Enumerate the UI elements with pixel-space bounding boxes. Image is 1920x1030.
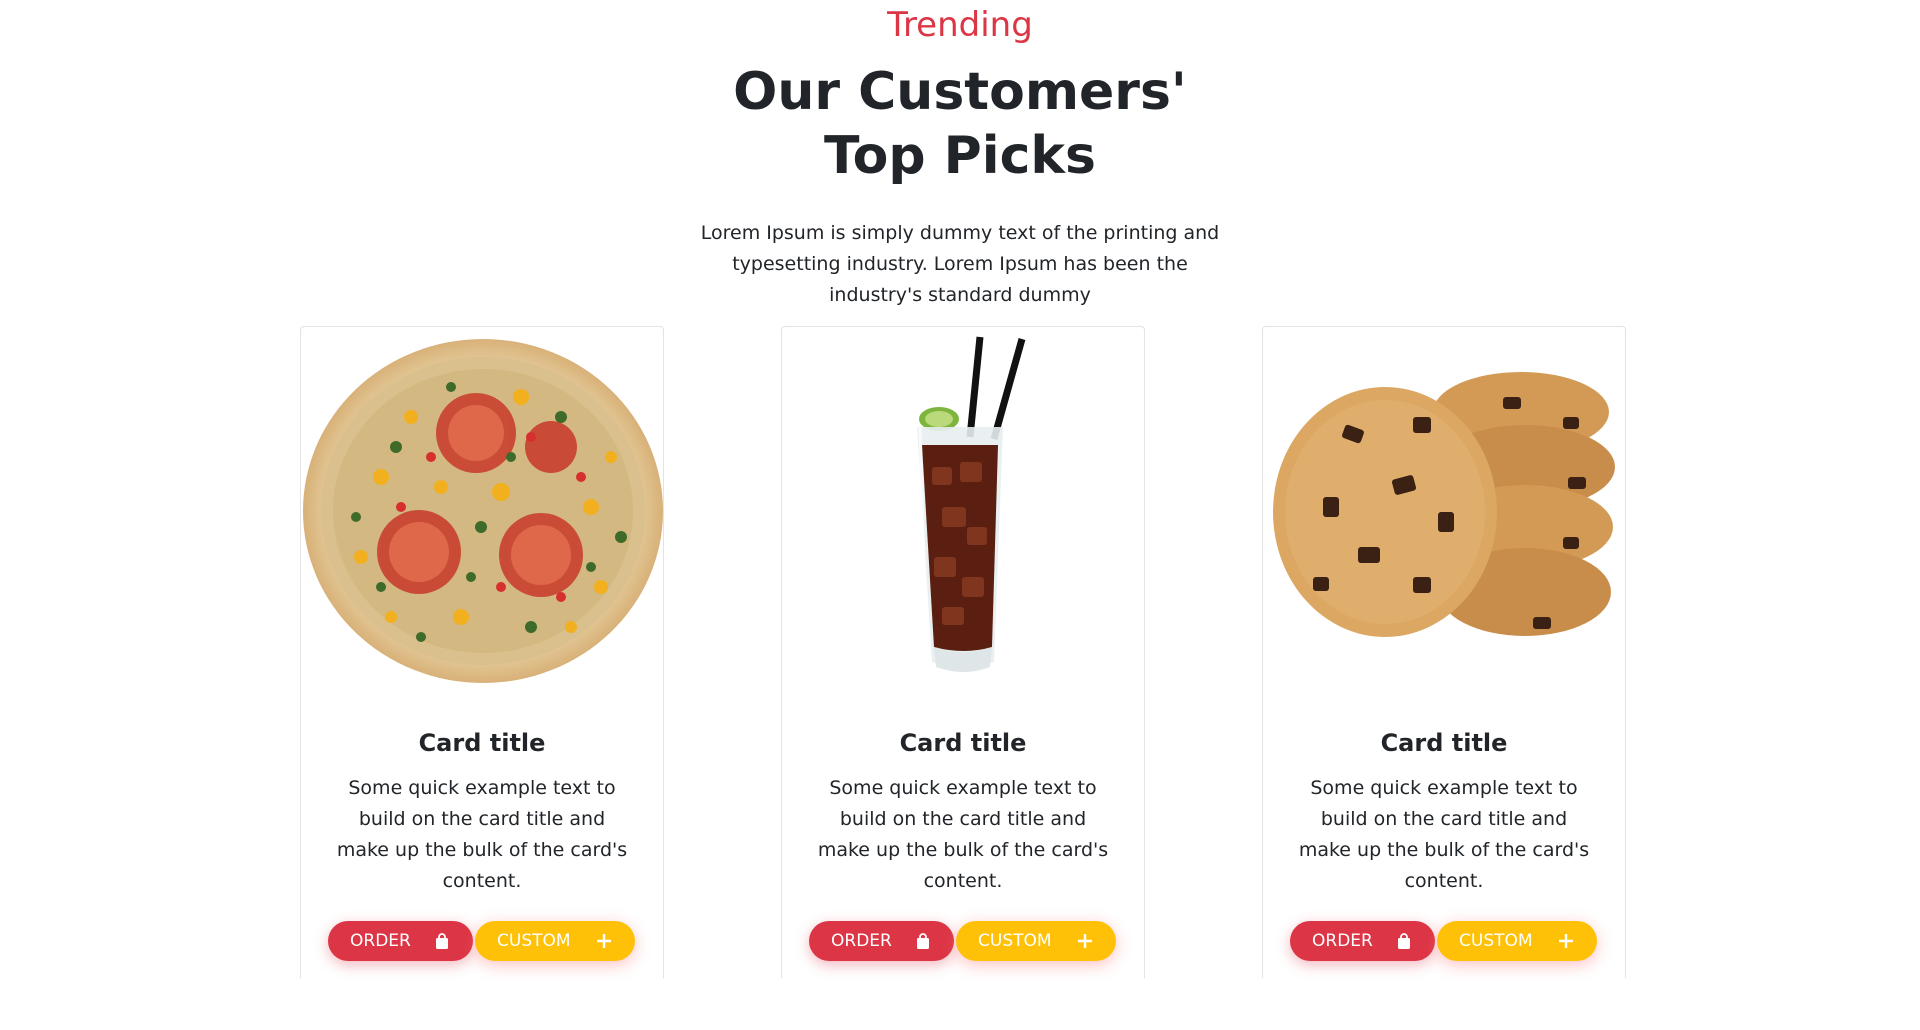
- custom-button[interactable]: CUSTOM: [1437, 921, 1597, 961]
- section-lead: Lorem Ipsum is simply dummy text of the …: [700, 222, 1220, 306]
- order-button-label: ORDER: [1312, 931, 1373, 951]
- custom-button[interactable]: CUSTOM: [475, 921, 635, 961]
- product-card: Card title Some quick example text to bu…: [300, 326, 664, 978]
- card-title: Card title: [899, 729, 1027, 757]
- plus-icon: [1557, 932, 1575, 950]
- cola-drink-image: [782, 327, 1144, 687]
- card-actions: ORDER CUSTOM: [328, 921, 635, 961]
- section-eyebrow: Trending: [887, 5, 1033, 45]
- product-card: Card title Some quick example text to bu…: [781, 326, 1145, 978]
- order-button[interactable]: ORDER: [809, 921, 954, 961]
- shopping-bag-icon: [914, 932, 932, 950]
- card-title: Card title: [418, 729, 546, 757]
- order-button[interactable]: ORDER: [1290, 921, 1435, 961]
- plus-icon: [595, 932, 613, 950]
- plus-icon: [1076, 932, 1094, 950]
- order-button[interactable]: ORDER: [328, 921, 473, 961]
- card-text: Some quick example text to build on the …: [336, 777, 628, 892]
- card-text: Some quick example text to build on the …: [817, 777, 1109, 892]
- custom-button-label: CUSTOM: [978, 931, 1052, 951]
- shopping-bag-icon: [1395, 932, 1413, 950]
- shopping-bag-icon: [433, 932, 451, 950]
- cookies-image: [1263, 327, 1625, 687]
- pizza-image: [301, 327, 663, 687]
- custom-button[interactable]: CUSTOM: [956, 921, 1116, 961]
- card-text: Some quick example text to build on the …: [1298, 777, 1590, 892]
- card-title: Card title: [1380, 729, 1508, 757]
- order-button-label: ORDER: [350, 931, 411, 951]
- custom-button-label: CUSTOM: [1459, 931, 1533, 951]
- section-title: Our Customers' Top Picks: [733, 62, 1187, 186]
- custom-button-label: CUSTOM: [497, 931, 571, 951]
- card-actions: ORDER CUSTOM: [1290, 921, 1597, 961]
- card-grid: Card title Some quick example text to bu…: [300, 326, 1628, 978]
- trending-section: Trending Our Customers' Top Picks Lorem …: [0, 4, 1920, 978]
- product-card: Card title Some quick example text to bu…: [1262, 326, 1626, 978]
- order-button-label: ORDER: [831, 931, 892, 951]
- card-actions: ORDER CUSTOM: [809, 921, 1116, 961]
